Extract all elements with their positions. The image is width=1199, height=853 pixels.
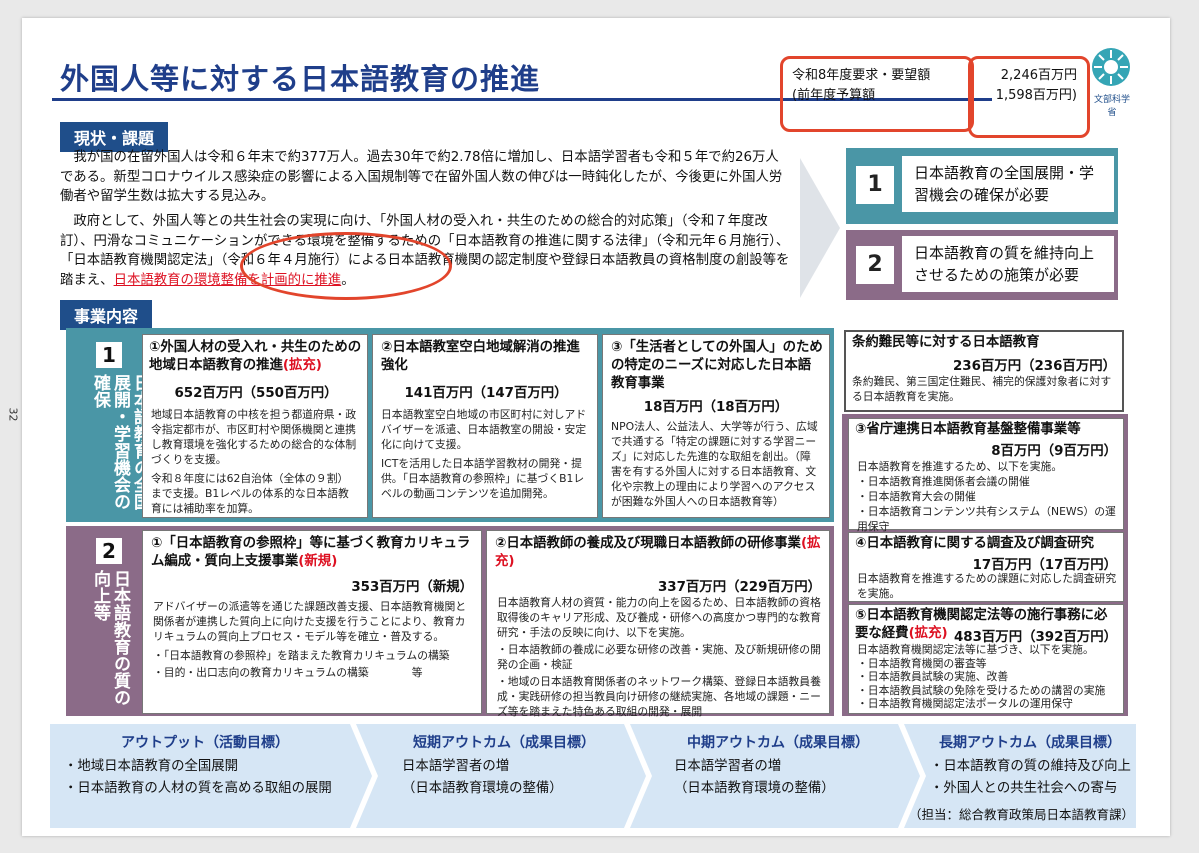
- short-term-line-1: 日本語学習者の増: [402, 759, 510, 774]
- output-body: ・地域日本語教育の全国展開 ・日本語教育の人材の質を高める取組の展開: [64, 756, 354, 800]
- logo-text: 文部科学省: [1093, 95, 1130, 118]
- mid-term-body: 日本語学習者の増 （日本語教育環境の整備）: [674, 756, 904, 800]
- card-row2-2-amount: 337百万円（229百万円）: [657, 580, 821, 595]
- status-paragraph-1: 我が国の在留外国人は令和６年末で約377万人。過去30年で約2.78倍に増加し、…: [60, 150, 783, 204]
- card-row1-1-tag: (拡充): [282, 358, 322, 373]
- side-card-3-body: 日本語教育を推進するため、以下を実施。 ・日本語教育推進関係者会議の開催 ・日本…: [857, 459, 1119, 534]
- long-term-heading: 長期アウトカム（成果目標）: [939, 735, 1121, 751]
- card-row1-1-title: ①外国人材の受入れ・共生のための地域日本語教育の推進: [149, 340, 362, 373]
- card-row1-1-body-2: 令和８年度には62自治体（全体の９割）まで支援。B1レベルの体系的な日本語教育に…: [151, 472, 349, 515]
- law-highlight-oval: [240, 232, 452, 300]
- issue-2-box: 2 日本語教育の質を維持向上させるための施策が必要: [846, 230, 1118, 300]
- card-row1-2: ②日本語教室空白地域解消の推進強化 141百万円（147百万円） 日本語教室空白…: [372, 334, 598, 518]
- side-card-5-body-3: ・日本語教員試験の実施、改善: [857, 670, 1009, 683]
- side-card-refugees: 条約難民等に対する日本語教育 236百万円（236百万円） 条約難民、第三国定住…: [844, 330, 1124, 412]
- side-card-3-amount: 8百万円（9百万円）: [991, 444, 1117, 459]
- card-row1-3-body: NPO法人、公益法人、大学等が行う、広域で共通する「特定の課題に対する学習ニーズ…: [611, 420, 818, 508]
- mid-term-line-1: 日本語学習者の増: [674, 759, 782, 774]
- side-card-3-body-2: ・日本語教育推進関係者会議の開催: [857, 475, 1030, 488]
- mext-logo-icon: [1092, 48, 1130, 86]
- issue-1-text: 日本語教育の全国展開・学習機会の確保が必要: [902, 156, 1114, 212]
- card-row2-1-amount: 353百万円（新規）: [351, 580, 473, 595]
- issue-1-box: 1 日本語教育の全国展開・学習機会の確保が必要: [846, 148, 1118, 224]
- card-row1-2-title: ②日本語教室空白地域解消の推進強化: [381, 340, 580, 373]
- issue-2-number: 2: [856, 246, 894, 284]
- side-card-3-body-1: 日本語教育を推進するため、以下を実施。: [857, 460, 1063, 473]
- card-row1-1-amount: 652百万円（550百万円）: [174, 386, 338, 401]
- mid-term-heading: 中期アウトカム（成果目標）: [687, 735, 869, 751]
- card-row2-1: ①「日本語教育の参照枠」等に基づく教育カリキュラム編成・質向上支援事業(新規) …: [142, 530, 482, 714]
- card-row2-2-body-1: 日本語教育人材の資質・能力の向上を図るため、日本語教師の資格取得後のキャリア形成…: [497, 596, 821, 639]
- band-2-label: 日本語教育の質の向上等: [90, 570, 130, 706]
- card-row1-3-amount: 18百万円（18百万円）: [643, 400, 789, 415]
- short-term-heading: 短期アウトカム（成果目標）: [413, 735, 595, 751]
- band-1-number: 1: [96, 342, 122, 368]
- side-card-5-body-5: ・日本語教育機関認定法ポータルの運用保守: [857, 697, 1073, 710]
- card-row2-2-body: 日本語教育人材の資質・能力の向上を図るため、日本語教師の資格取得後のキャリア形成…: [497, 595, 821, 719]
- footer-note: （担当：総合教育政策局日本語教育課）: [908, 807, 1134, 822]
- outcomes-bar: アウトプット（活動目標） ・地域日本語教育の全国展開 ・日本語教育の人材の質を高…: [50, 724, 1136, 828]
- side-card-3-body-3: ・日本語教育大会の開催: [857, 490, 976, 503]
- card-row2-2-body-2: ・日本語教師の養成に必要な研修の改善・実施、及び新規研修の開発の企画・検証: [497, 643, 821, 671]
- side-card-4-amount: 17百万円（17百万円）: [972, 558, 1117, 573]
- budget-value-highlight: [968, 56, 1090, 138]
- page-title: 外国人等に対する日本語教育の推進: [60, 62, 541, 96]
- page-number: 32: [6, 407, 20, 422]
- card-row1-1: ①外国人材の受入れ・共生のための地域日本語教育の推進(拡充) 652百万円（55…: [142, 334, 368, 518]
- card-row1-3-title: ③「生活者としての外国人」のための特定のニーズに対応した日本語教育事業: [611, 340, 823, 391]
- card-row1-2-amount: 141百万円（147百万円）: [404, 386, 568, 401]
- band-2-number: 2: [96, 538, 122, 564]
- card-row1-2-body: 日本語教室空白地域の市区町村に対しアドバイザーを派遣、日本語教室の開設・安定化に…: [381, 407, 589, 501]
- side-card-4: ④日本語教育に関する調査及び調査研究 17百万円（17百万円） 日本語教育を推進…: [848, 532, 1124, 602]
- card-row2-2-title: ②日本語教師の養成及び現職日本語教師の研修事業: [495, 536, 801, 551]
- side-card-3: ③省庁連携日本語教育基盤整備事業等 8百万円（9百万円） 日本語教育を推進するた…: [848, 418, 1124, 533]
- card-row1-1-body-1: 地域日本語教育の中核を担う都道府県・政令指定都市が、市区町村や関係機関と連携し教…: [151, 408, 357, 466]
- side-card-refugees-body: 条約難民、第三国定住難民、補完的保護対象者に対する日本語教育を実施。: [852, 375, 1112, 403]
- side-card-3-title: ③省庁連携日本語教育基盤整備事業等: [855, 422, 1081, 437]
- card-row2-1-body-1: アドバイザーの派遣等を通じた課題改善支援、日本語教育機関と関係者が連携した質向上…: [153, 600, 467, 643]
- band-1-label: 日本語教育の全国展開・学習機会の確保: [90, 374, 150, 510]
- side-card-5-body-2: ・日本語教育機関の審査等: [857, 656, 987, 670]
- issue-2-text: 日本語教育の質を維持向上させるための施策が必要: [902, 236, 1114, 292]
- long-term-line-2: ・外国人との共生社会への寄与: [930, 781, 1118, 796]
- side-card-5-body-4: ・日本語教員試験の免除を受けるための講習の実施: [857, 683, 1106, 697]
- side-card-5: ⑤日本語教育機関認定法等の施行事務に必要な経費(拡充) 483百万円（392百万…: [848, 604, 1124, 714]
- output-line-2: ・日本語教育の人材の質を高める取組の展開: [64, 781, 332, 796]
- card-row1-1-body: 地域日本語教育の中核を担う都道府県・政令指定都市が、市区町村や関係機関と連携し教…: [151, 407, 359, 516]
- side-card-5-body-1: 日本語教育機関認定法等に基づき、以下を実施。: [857, 643, 1094, 656]
- output-line-1: ・地域日本語教育の全国展開: [64, 759, 239, 774]
- side-card-5-amount: 483百万円（392百万円）: [953, 630, 1117, 645]
- card-row2-1-body-2: ・「日本語教育の参照枠」を踏まえた教育カリキュラムの構築: [153, 649, 450, 662]
- status-arrow: [800, 158, 840, 298]
- budget-label-highlight: [780, 56, 974, 132]
- card-row2-2-body-3: ・地域の日本語教育関係者のネットワーク構築、登録日本語教員養成・実践研修の担当教…: [497, 675, 821, 718]
- projects-heading: 事業内容: [60, 300, 153, 330]
- output-heading: アウトプット（活動目標）: [121, 735, 289, 751]
- card-row2-1-tag: (新規): [298, 554, 338, 569]
- card-row1-2-body-1: 日本語教室空白地域の市区町村に対しアドバイザーを派遣、日本語教室の開設・安定化に…: [381, 408, 587, 451]
- mid-term-line-2: （日本語教育環境の整備）: [674, 781, 835, 796]
- slide-page: 外国人等に対する日本語教育の推進 令和8年度要求・要望額 (前年度予算額 2,2…: [22, 18, 1170, 836]
- side-card-refugees-amount: 236百万円（236百万円）: [952, 359, 1116, 374]
- side-card-4-title: ④日本語教育に関する調査及び調査研究: [855, 536, 1094, 551]
- short-term-body: 日本語学習者の増 （日本語教育環境の整備）: [402, 756, 632, 800]
- issue-1-number: 1: [856, 166, 894, 204]
- card-row2-1-body-3: ・目的・出口志向の教育カリキュラムの構築 等: [153, 666, 423, 679]
- side-card-refugees-title: 条約難民等に対する日本語教育: [852, 335, 1040, 350]
- card-row2-1-body: アドバイザーの派遣等を通じた課題改善支援、日本語教育機関と関係者が連携した質向上…: [153, 599, 471, 680]
- long-term-line-1: ・日本語教育の質の維持及び向上: [930, 759, 1131, 774]
- short-term-line-2: （日本語教育環境の整備）: [402, 781, 563, 796]
- card-row1-3: ③「生活者としての外国人」のための特定のニーズに対応した日本語教育事業 18百万…: [602, 334, 830, 518]
- side-card-5-body: 日本語教育機関認定法等に基づき、以下を実施。 ・日本語教育機関の審査等 ・日本語…: [857, 643, 1119, 711]
- card-row2-2: ②日本語教師の養成及び現職日本語教師の研修事業(拡充) 337百万円（229百万…: [486, 530, 830, 718]
- long-term-body: ・日本語教育の質の維持及び向上 ・外国人との共生社会への寄与: [930, 756, 1136, 800]
- card-row1-2-body-2: ICTを活用した日本語学習教材の開発・提供。「日本語教育の参照枠」に基づくB1レ…: [381, 457, 585, 500]
- side-card-4-body: 日本語教育を推進するための課題に対応した調査研究を実施。: [857, 572, 1117, 600]
- side-card-3-body-4: ・日本語教育コンテンツ共有システム（NEWS）の運用保守: [857, 505, 1116, 533]
